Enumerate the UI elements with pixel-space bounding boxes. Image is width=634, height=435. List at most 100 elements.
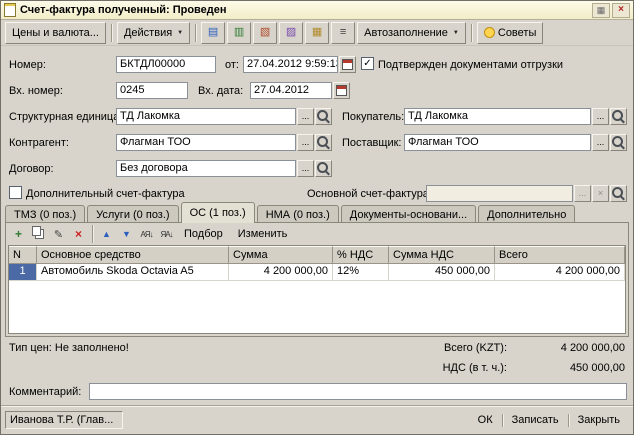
table-row[interactable]: 1 Автомобиль Skoda Octavia A5 4 200 000,… <box>9 264 625 281</box>
tab-label: ОС (1 поз.) <box>190 207 246 219</box>
header-vat-amount[interactable]: Сумма НДС <box>389 246 495 264</box>
price-type-warning: Тип цен: Не заполнено! <box>9 342 129 354</box>
cell-total[interactable]: 4 200 000,00 <box>495 264 625 281</box>
cell-vat-rate[interactable]: 12% <box>333 264 389 281</box>
window-menu-button[interactable]: ▦ <box>592 3 610 18</box>
confirmed-checkbox[interactable]: ✓ <box>361 57 374 70</box>
actions-button[interactable]: Действия▼ <box>117 22 190 44</box>
change-button[interactable]: Изменить <box>231 228 295 240</box>
cell-row-number[interactable]: 1 <box>9 264 37 281</box>
main-invoice-open-button[interactable] <box>610 185 627 202</box>
magnifier-icon <box>612 110 623 121</box>
supplier-select-button[interactable]: ... <box>592 134 609 151</box>
pick-button[interactable]: Подбор <box>177 228 230 240</box>
buyer-select-button[interactable]: ... <box>592 108 609 125</box>
header-n[interactable]: N <box>9 246 37 264</box>
command-separator <box>568 414 569 427</box>
close-window-button[interactable]: Закрыть <box>571 412 627 428</box>
tab-label: Дополнительно <box>487 209 566 221</box>
magnifier-icon <box>317 162 328 173</box>
header-asset[interactable]: Основное средство <box>37 246 229 264</box>
magnifier-icon <box>317 136 328 147</box>
number-field[interactable]: БКТДЛ00000 <box>116 56 216 73</box>
tips-button[interactable]: Советы <box>477 22 543 44</box>
print-button[interactable]: ▧ <box>253 22 277 44</box>
cell-amount[interactable]: 4 200 000,00 <box>229 264 333 281</box>
main-invoice-select-button[interactable]: ... <box>574 185 591 202</box>
contract-field[interactable]: Без договора <box>116 160 296 177</box>
main-invoice-field[interactable] <box>426 185 573 202</box>
date-field[interactable]: 27.04.2012 9:59:13 <box>243 56 338 73</box>
save-button[interactable]: Записать <box>505 412 566 428</box>
post-document-button[interactable]: ▤ <box>201 22 225 44</box>
contract-select-button[interactable]: ... <box>297 160 314 177</box>
date-fieldrow: 27.04.2012 9:59:13 <box>243 56 356 73</box>
header-total[interactable]: Всего <box>495 246 625 264</box>
tab-intangible-assets[interactable]: НМА (0 поз.) <box>257 205 339 223</box>
contractor-field[interactable]: Флагман ТОО <box>116 134 296 151</box>
edit-row-button[interactable]: ✎ <box>49 225 68 243</box>
structure-button[interactable]: ≡ <box>331 22 355 44</box>
incoming-number-field[interactable]: 0245 <box>116 82 188 99</box>
additional-invoice-checkbox[interactable] <box>9 186 22 199</box>
ok-button[interactable]: ОК <box>471 412 500 428</box>
autofill-button[interactable]: Автозаполнение▼ <box>357 22 466 44</box>
structural-unit-open-button[interactable] <box>315 108 332 125</box>
magnifier-icon <box>317 110 328 121</box>
move-row-up-button[interactable]: ▲ <box>97 225 116 243</box>
contractor-open-button[interactable] <box>315 134 332 151</box>
date-calendar-button[interactable] <box>339 56 356 73</box>
header-vat-rate[interactable]: % НДС <box>333 246 389 264</box>
cell-asset[interactable]: Автомобиль Skoda Octavia A5 <box>37 264 229 281</box>
command-separator <box>502 414 503 427</box>
tab-additional[interactable]: Дополнительно <box>478 205 575 223</box>
buyer-open-button[interactable] <box>610 108 627 125</box>
structural-unit-select-button[interactable]: ... <box>297 108 314 125</box>
incoming-date-field[interactable]: 27.04.2012 <box>250 82 332 99</box>
close-button[interactable]: × <box>612 3 630 18</box>
buyer-label: Покупатель: <box>342 111 404 123</box>
tab-tmz[interactable]: ТМЗ (0 поз.) <box>5 205 85 223</box>
assets-table: N Основное средство Сумма % НДС Сумма НД… <box>8 245 626 334</box>
comment-field[interactable] <box>89 383 627 400</box>
delete-row-button[interactable]: × <box>69 225 88 243</box>
prices-currency-button[interactable]: Цены и валюта... <box>5 22 106 44</box>
document-hatch-icon: ▨ <box>286 27 296 38</box>
document-movements-button[interactable]: ▥ <box>227 22 251 44</box>
move-row-down-button[interactable]: ▼ <box>117 225 136 243</box>
buyer-field[interactable]: ТД Лакомка <box>404 108 591 125</box>
additional-invoice-label: Дополнительный счет-фактура <box>26 188 185 200</box>
tab-base-documents[interactable]: Документы-основани... <box>341 205 476 223</box>
responsible-field[interactable]: Иванова Т.Р. (Глав... <box>5 411 123 429</box>
actions-label: Действия <box>124 27 172 39</box>
contract-open-button[interactable] <box>315 160 332 177</box>
copy-icon <box>35 229 44 239</box>
structural-unit-field[interactable]: ТД Лакомка <box>116 108 296 125</box>
total-label: Всего (KZT): <box>444 342 507 354</box>
window-controls: ▦ × <box>592 3 630 18</box>
supplier-field[interactable]: Флагман ТОО <box>404 134 591 151</box>
number-fieldrow: БКТДЛ00000 <box>116 56 216 73</box>
incoming-number-label: Вх. номер: <box>9 85 63 97</box>
incoming-number-fieldrow: 0245 <box>116 82 188 99</box>
sort-ascending-button[interactable]: АЯ↓ <box>137 225 156 243</box>
tab-services[interactable]: Услуги (0 поз.) <box>87 205 178 223</box>
tab-fixed-assets[interactable]: ОС (1 поз.) <box>181 202 255 223</box>
plus-icon: + <box>15 227 22 241</box>
header-amount[interactable]: Сумма <box>229 246 333 264</box>
related-documents-button[interactable]: ▦ <box>305 22 329 44</box>
copy-row-button[interactable] <box>29 225 48 243</box>
lightbulb-icon <box>484 27 495 38</box>
incoming-date-calendar-button[interactable] <box>333 82 350 99</box>
tab-strip: ТМЗ (0 поз.) Услуги (0 поз.) ОС (1 поз.)… <box>5 202 577 223</box>
sort-descending-button[interactable]: ЯА↓ <box>157 225 176 243</box>
contractor-select-button[interactable]: ... <box>297 134 314 151</box>
cell-vat-amount[interactable]: 450 000,00 <box>389 264 495 281</box>
add-row-button[interactable]: + <box>9 225 28 243</box>
table-header-row: N Основное средство Сумма % НДС Сумма НД… <box>9 246 625 264</box>
copy-document-button[interactable]: ▨ <box>279 22 303 44</box>
supplier-fieldrow: Флагман ТОО ... <box>404 134 627 151</box>
main-invoice-fieldrow: ... × <box>426 185 627 202</box>
supplier-open-button[interactable] <box>610 134 627 151</box>
main-invoice-clear-button[interactable]: × <box>592 185 609 202</box>
